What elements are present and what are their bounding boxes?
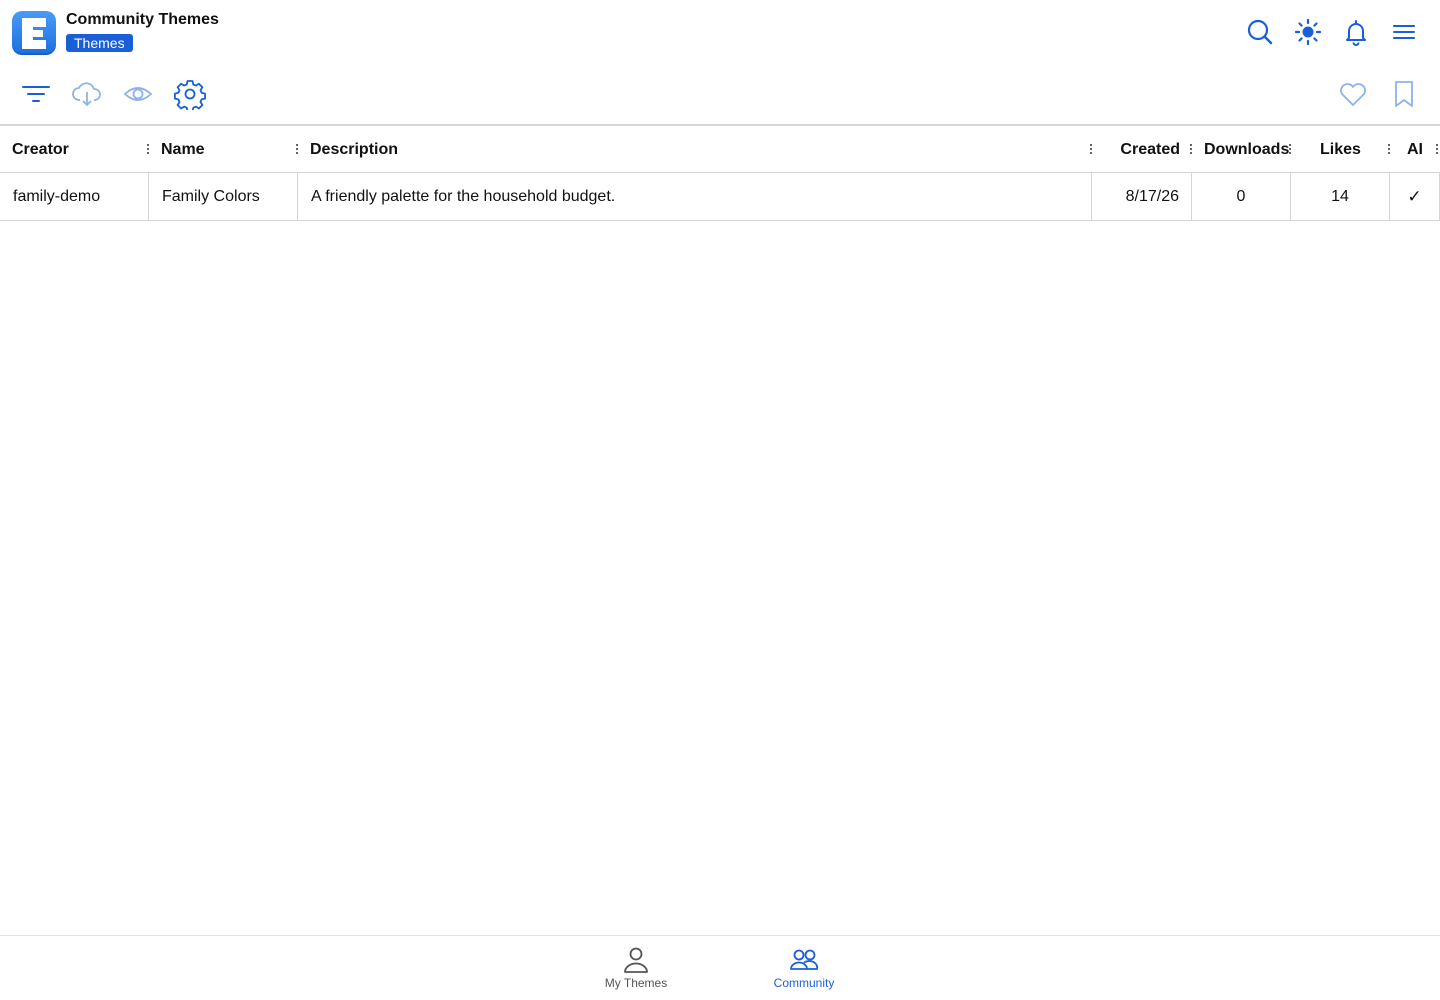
cell-ai-checkmark: ✓: [1407, 187, 1422, 206]
cell-downloads: 0: [1236, 188, 1246, 205]
section-badge: Themes: [66, 34, 133, 52]
brightness-icon[interactable]: [1294, 18, 1322, 46]
tab-community[interactable]: Community: [739, 936, 869, 1000]
column-menu-icon[interactable]: [1188, 142, 1194, 158]
cell-creator: family-demo: [13, 188, 101, 205]
people-icon: [789, 945, 819, 975]
bookmark-icon[interactable]: [1388, 78, 1420, 110]
cell-created: 8/17/26: [1125, 188, 1179, 205]
cell-name: Family Colors: [162, 188, 260, 205]
person-icon: [621, 945, 651, 975]
column-header-name[interactable]: Name: [161, 126, 205, 173]
themes-table: Creator Name Description Created Downloa…: [0, 124, 1440, 221]
filter-icon[interactable]: [20, 78, 52, 110]
tab-my-themes-label: My Themes: [604, 976, 668, 990]
cell-likes: 14: [1331, 188, 1349, 205]
column-header-creator[interactable]: Creator: [12, 126, 69, 173]
page-title: Community Themes: [66, 11, 219, 28]
cloud-download-icon[interactable]: [71, 78, 103, 110]
table-header: Creator Name Description Created Downloa…: [0, 126, 1440, 173]
column-header-likes[interactable]: Likes: [1291, 126, 1390, 173]
column-header-description[interactable]: Description: [310, 126, 398, 173]
search-icon[interactable]: [1246, 18, 1274, 46]
column-menu-icon[interactable]: [294, 142, 300, 158]
gear-icon[interactable]: [174, 78, 206, 110]
column-header-downloads[interactable]: Downloads: [1204, 126, 1289, 173]
column-menu-icon[interactable]: [145, 142, 151, 158]
app-header: Community Themes Themes: [0, 0, 1440, 64]
column-header-ai[interactable]: AI: [1407, 126, 1423, 173]
app-logo: [12, 11, 56, 55]
bell-icon[interactable]: [1342, 18, 1370, 46]
column-header-created[interactable]: Created: [1092, 126, 1180, 173]
column-menu-icon[interactable]: [1434, 142, 1440, 158]
cell-description: A friendly palette for the household bud…: [311, 188, 616, 205]
tab-my-themes[interactable]: My Themes: [571, 936, 701, 1000]
table-row[interactable]: family-demo Family Colors A friendly pal…: [0, 173, 1440, 221]
toolbar: [0, 66, 1440, 124]
eye-icon[interactable]: [122, 78, 154, 110]
column-menu-icon[interactable]: [1386, 142, 1392, 158]
heart-icon[interactable]: [1337, 78, 1369, 110]
tab-community-label: Community: [773, 976, 835, 990]
hamburger-menu-icon[interactable]: [1390, 18, 1418, 46]
bottom-nav: My Themes Community: [0, 935, 1440, 1000]
